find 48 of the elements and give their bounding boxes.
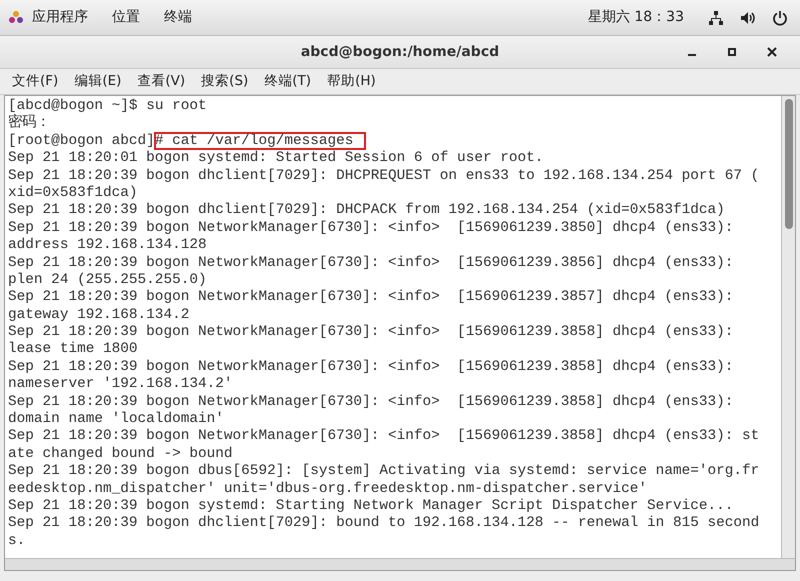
output-line: xid=0x583f1dca) — [8, 184, 138, 201]
output-line: s. — [8, 532, 26, 549]
power-icon[interactable] — [772, 10, 788, 26]
output-line: Sep 21 18:20:39 bogon systemd: Starting Network Manager Script Dispatcher Service... — [8, 498, 734, 514]
output-line: 密码： — [8, 115, 50, 132]
network-icon[interactable] — [708, 10, 724, 26]
shell-command: su root — [146, 98, 207, 114]
output-line: nameserver '192.168.134.2' — [8, 376, 233, 392]
shell-prompt: [abcd@bogon ~]$ — [8, 98, 139, 114]
output-line: Sep 21 18:20:39 bogon dhclient[7029]: DHCPREQUEST on ens33 to 192.168.134.254 port 67 ( — [8, 168, 760, 184]
menu-item[interactable]: 文件(F) — [4, 71, 66, 92]
output-line: ate changed bound -> bound — [8, 446, 233, 462]
output-line: Sep 21 18:20:39 bogon dhclient[7029]: DHCPACK from 192.168.134.254 (xid=0x583f1dca) — [8, 202, 725, 218]
maximize-icon — [727, 47, 737, 57]
volume-icon[interactable] — [740, 10, 756, 26]
top-menu-item[interactable]: 终端 — [164, 7, 192, 28]
output-line: Sep 21 18:20:39 bogon NetworkManager[6730]: <info> [1569061239.3857] dhcp4 (ens33): — [8, 289, 734, 306]
output-line: Sep 21 18:20:39 bogon NetworkManager[6730]: <info> [1569061239.3858] dhcp4 (ens33): — [8, 394, 734, 410]
output-line: eedesktop.nm_dispatcher' unit='dbus-org.freedesktop.nm-dispatcher.service' — [8, 480, 648, 497]
top-menu-item[interactable]: 应用程序 — [32, 7, 88, 28]
output-line: Sep 21 18:20:39 bogon NetworkManager[6730]: <info> [1569061239.3850] dhcp4 (ens33): — [8, 220, 734, 236]
minimize-icon — [688, 54, 696, 56]
apps-logo-icon[interactable] — [8, 10, 24, 26]
output-line: Sep 21 18:20:39 bogon NetworkManager[6730]: <info> [1569061239.3856] dhcp4 (ens33): — [8, 254, 734, 271]
output-line: Sep 21 18:20:39 bogon NetworkManager[6730]: <info> [1569061239.3858] dhcp4 (ens33): — [8, 324, 734, 340]
output-line: gateway 192.168.134.2 — [8, 306, 190, 323]
clock[interactable]: 星期六 18：33 — [588, 7, 684, 28]
output-line: domain name 'localdomain' — [8, 411, 224, 428]
output-line: plen 24 (255.255.255.0) — [8, 272, 207, 288]
menu-item[interactable]: 查看(V) — [129, 71, 194, 92]
menu-item[interactable]: 编辑(E) — [66, 71, 130, 92]
output-line: Sep 21 18:20:39 bogon dbus[6592]: [system] Activating via systemd: service name='org.fr — [8, 463, 760, 480]
output-line: lease time 1800 — [8, 341, 138, 358]
window-title: abcd@bogon:/home/abcd — [300, 42, 500, 62]
vertical-scrollbar[interactable] — [781, 96, 795, 558]
close-icon — [767, 47, 777, 57]
highlighted-command: # cat /var/log/messages — [154, 132, 366, 149]
output-line: Sep 21 18:20:01 bogon systemd: Started Session 6 of user root. — [8, 150, 544, 166]
shell-prompt: [root@bogon abcd] — [8, 132, 155, 149]
menu-item[interactable]: 终端(T) — [256, 71, 320, 92]
output-line: Sep 21 18:20:39 bogon dhclient[7029]: bound to 192.168.134.128 -- renewal in 815 second — [8, 515, 760, 532]
top-menu-item[interactable]: 位置 — [112, 7, 140, 28]
horizontal-scrollbar[interactable] — [5, 558, 795, 570]
output-line: Sep 21 18:20:39 bogon NetworkManager[6730]: <info> [1569061239.3858] dhcp4 (ens33): st — [8, 428, 760, 444]
output-line: address 192.168.134.128 — [8, 237, 207, 254]
menu-item[interactable]: 搜索(S) — [193, 71, 256, 92]
menu-item[interactable]: 帮助(H) — [319, 71, 384, 92]
output-line: Sep 21 18:20:39 bogon NetworkManager[6730]: <info> [1569061239.3858] dhcp4 (ens33): — [8, 358, 734, 375]
